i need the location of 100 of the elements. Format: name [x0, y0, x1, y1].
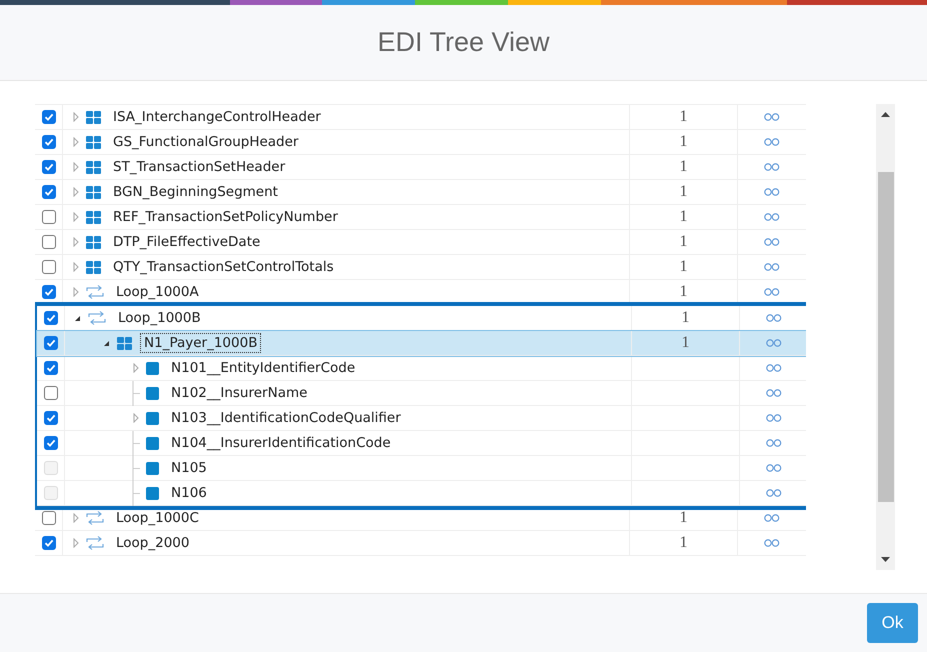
checkbox[interactable]: [42, 235, 56, 249]
tree-row[interactable]: DTP_FileEffectiveDate 1: [35, 230, 806, 255]
checkbox[interactable]: [44, 311, 58, 325]
square-icon: [146, 412, 159, 424]
grid-icon: [86, 160, 101, 174]
expand-arrow-icon[interactable]: [72, 212, 78, 222]
tree-row[interactable]: N102__InsurerName: [37, 381, 806, 406]
count-text: 1: [682, 334, 690, 352]
tree-row[interactable]: ISA_InterchangeControlHeader 1: [35, 105, 806, 130]
link-icon[interactable]: [764, 263, 780, 271]
scroll-down-icon[interactable]: [881, 557, 890, 562]
tree-row[interactable]: REF_TransactionSetPolicyNumber 1: [35, 205, 806, 230]
checkbox[interactable]: [42, 135, 56, 149]
dialog-title: EDI Tree View: [377, 27, 550, 58]
link-icon[interactable]: [766, 439, 782, 447]
count-text: 1: [680, 233, 688, 251]
checkbox[interactable]: [42, 536, 56, 550]
node-label[interactable]: N1_Payer_1000B: [140, 333, 262, 353]
checkbox[interactable]: [42, 160, 56, 174]
node-label[interactable]: ST_TransactionSetHeader: [109, 157, 290, 177]
grid-icon: [86, 110, 101, 124]
expand-arrow-icon[interactable]: [72, 262, 78, 272]
grid-icon: [117, 336, 132, 350]
link-icon[interactable]: [764, 238, 780, 246]
link-icon[interactable]: [764, 539, 780, 547]
link-icon[interactable]: [766, 414, 782, 422]
expand-arrow-icon[interactable]: [72, 513, 78, 523]
checkbox[interactable]: [44, 336, 58, 350]
loop-arrows-icon: [88, 311, 106, 325]
expand-arrow-icon[interactable]: [72, 162, 78, 172]
checkbox[interactable]: [42, 210, 56, 224]
expand-arrow-icon[interactable]: [72, 538, 78, 548]
square-icon: [146, 362, 159, 374]
node-label[interactable]: DTP_FileEffectiveDate: [109, 232, 264, 252]
checkbox[interactable]: [44, 411, 58, 425]
checkbox[interactable]: [44, 436, 58, 450]
link-icon[interactable]: [764, 138, 780, 146]
count-text: 1: [680, 258, 688, 276]
checkbox[interactable]: [42, 185, 56, 199]
link-icon[interactable]: [764, 188, 780, 196]
link-icon[interactable]: [764, 213, 780, 221]
square-icon: [146, 386, 159, 400]
checkbox[interactable]: [44, 386, 58, 400]
grid-icon: [86, 210, 101, 224]
expand-arrow-icon[interactable]: [72, 287, 78, 297]
link-icon[interactable]: [764, 514, 780, 522]
tree-row[interactable]: ST_TransactionSetHeader 1: [35, 155, 806, 180]
tree-row[interactable]: Loop_2000 1: [35, 531, 806, 556]
expand-arrow-icon[interactable]: [72, 237, 78, 247]
link-icon[interactable]: [766, 364, 782, 372]
tree-row[interactable]: BGN_BeginningSegment 1: [35, 180, 806, 205]
checkbox[interactable]: [42, 285, 56, 299]
node-label[interactable]: Loop_1000B: [114, 308, 205, 328]
link-icon[interactable]: [766, 389, 782, 397]
scroll-thumb[interactable]: [878, 172, 894, 502]
expand-arrow-icon[interactable]: [72, 112, 78, 122]
expand-arrow-icon[interactable]: [72, 187, 78, 197]
node-label[interactable]: N101__EntityIdentifierCode: [167, 358, 360, 378]
tree-row[interactable]: N101__EntityIdentifierCode: [37, 356, 806, 381]
checkbox[interactable]: [42, 260, 56, 274]
link-icon[interactable]: [764, 113, 780, 121]
node-label[interactable]: N104__InsurerIdentificationCode: [167, 433, 395, 453]
tree-row[interactable]: N1_Payer_1000B 1: [37, 331, 806, 356]
tree-row[interactable]: N103__IdentificationCodeQualifier: [37, 406, 806, 431]
link-icon[interactable]: [764, 288, 780, 296]
tree-row[interactable]: Loop_1000B 1: [37, 306, 806, 331]
grid-icon: [86, 236, 101, 248]
node-label[interactable]: Loop_2000: [112, 533, 194, 553]
node-label[interactable]: Loop_1000A: [112, 282, 203, 302]
link-icon[interactable]: [764, 163, 780, 171]
node-label[interactable]: N103__IdentificationCodeQualifier: [167, 408, 405, 428]
expand-arrow-icon[interactable]: [132, 413, 138, 423]
link-icon[interactable]: [766, 339, 782, 347]
node-label[interactable]: BGN_BeginningSegment: [109, 182, 282, 202]
node-label[interactable]: GS_FunctionalGroupHeader: [109, 132, 302, 152]
expand-arrow-icon[interactable]: [132, 363, 138, 373]
checkbox[interactable]: [42, 511, 56, 525]
checkbox[interactable]: [42, 110, 56, 124]
scroll-up-icon[interactable]: [881, 112, 890, 117]
checkbox[interactable]: [44, 361, 58, 375]
link-icon[interactable]: [766, 314, 782, 322]
tree-row[interactable]: QTY_TransactionSetControlTotals 1: [35, 255, 806, 280]
node-label[interactable]: ISA_InterchangeControlHeader: [109, 107, 325, 127]
count-text: 1: [680, 283, 688, 301]
collapse-arrow-icon[interactable]: [103, 340, 110, 346]
grid-icon: [86, 136, 101, 148]
node-label[interactable]: N102__InsurerName: [167, 383, 312, 403]
count-text: 1: [680, 509, 688, 527]
node-label[interactable]: REF_TransactionSetPolicyNumber: [109, 207, 342, 227]
count-text: 1: [680, 108, 688, 126]
node-label[interactable]: QTY_TransactionSetControlTotals: [109, 257, 338, 277]
grid-icon: [86, 186, 101, 198]
tree-row[interactable]: N104__InsurerIdentificationCode: [37, 431, 806, 456]
expand-arrow-icon[interactable]: [72, 137, 78, 147]
loop-arrows-icon: [86, 285, 104, 299]
count-text: 1: [680, 183, 688, 201]
scrollbar[interactable]: [876, 104, 895, 570]
collapse-arrow-icon[interactable]: [74, 314, 81, 322]
tree-row[interactable]: GS_FunctionalGroupHeader 1: [35, 130, 806, 155]
node-label[interactable]: Loop_1000C: [112, 508, 203, 528]
